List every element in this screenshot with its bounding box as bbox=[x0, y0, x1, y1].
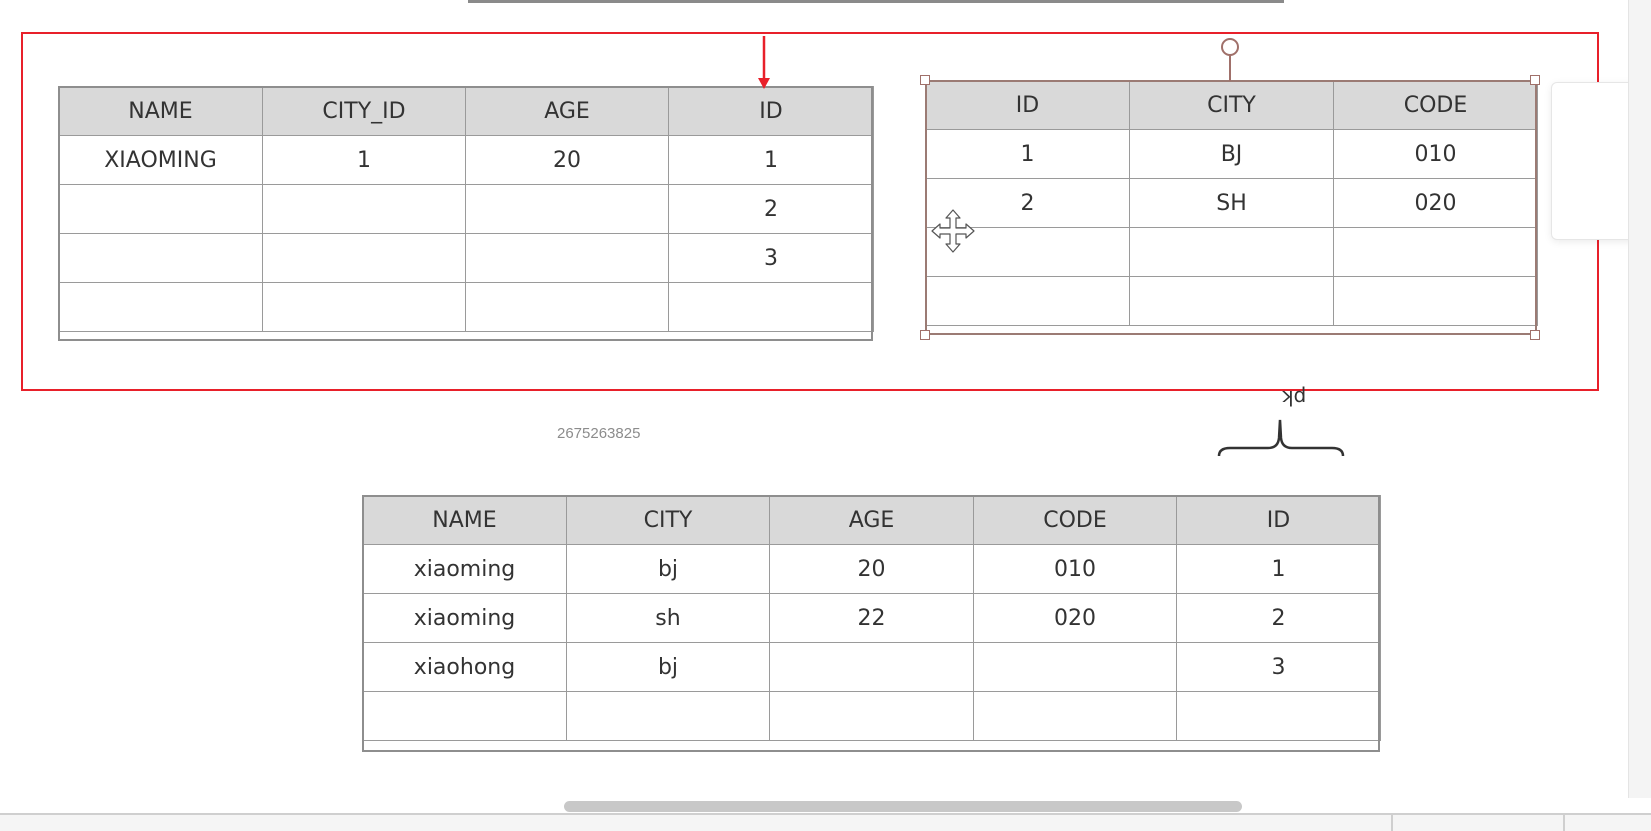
table-row: 3 bbox=[58, 233, 874, 283]
table-cell[interactable] bbox=[58, 233, 263, 283]
table-row: XIAOMING 1 20 1 bbox=[58, 135, 874, 185]
table-cell[interactable] bbox=[769, 642, 974, 692]
column-header[interactable]: AGE bbox=[465, 86, 669, 136]
table-cell[interactable]: 1 bbox=[262, 135, 466, 185]
table-cell[interactable]: 20 bbox=[769, 544, 974, 594]
table-cell[interactable] bbox=[1129, 276, 1334, 326]
table-cell[interactable]: 20 bbox=[465, 135, 669, 185]
table-cell[interactable] bbox=[973, 642, 1177, 692]
column-header[interactable]: CODE bbox=[1333, 80, 1538, 130]
table-cell[interactable]: 1 bbox=[668, 135, 874, 185]
table-cell[interactable]: xiaoming bbox=[362, 544, 567, 594]
table-row bbox=[362, 691, 1381, 741]
table-cell[interactable]: 020 bbox=[1333, 178, 1538, 228]
column-header[interactable]: CODE bbox=[973, 495, 1177, 545]
column-header[interactable]: NAME bbox=[58, 86, 263, 136]
table-cell[interactable] bbox=[1333, 276, 1538, 326]
column-header[interactable]: CITY bbox=[1129, 80, 1334, 130]
column-header[interactable]: ID bbox=[668, 86, 874, 136]
table-row: 2 SH 020 bbox=[925, 178, 1538, 228]
header-row: ID CITY CODE bbox=[925, 80, 1538, 130]
users-table[interactable]: NAME CITY_ID AGE ID XIAOMING 1 20 1 2 3 bbox=[58, 86, 874, 332]
rotate-handle-icon[interactable] bbox=[1221, 38, 1239, 56]
table-cell[interactable] bbox=[262, 282, 466, 332]
joined-table-body: NAME CITY AGE CODE ID xiaoming bj 20 010 1 xiaomin… bbox=[362, 495, 1381, 741]
bottom-bar-divider bbox=[1563, 813, 1565, 831]
resize-handle-top-right[interactable] bbox=[1530, 75, 1540, 85]
table-cell[interactable]: xiaohong bbox=[362, 642, 567, 692]
brace-icon bbox=[1217, 419, 1345, 457]
table-cell[interactable]: 2 bbox=[1176, 593, 1381, 643]
table-cell[interactable] bbox=[1176, 691, 1381, 741]
table-cell[interactable]: bj bbox=[566, 544, 770, 594]
resize-handle-top-left[interactable] bbox=[920, 75, 930, 85]
horizontal-scrollbar-thumb[interactable] bbox=[564, 801, 1242, 812]
joined-table[interactable]: NAME CITY AGE CODE ID xiaoming bj 20 010 1 xiaomin… bbox=[362, 495, 1381, 741]
table-cell[interactable] bbox=[58, 184, 263, 234]
table-row: 1 BJ 010 bbox=[925, 129, 1538, 179]
arrow-down-icon bbox=[758, 36, 770, 89]
table-row bbox=[925, 227, 1538, 277]
bottom-status-bar bbox=[0, 813, 1651, 831]
table-cell[interactable] bbox=[465, 233, 669, 283]
table-cell[interactable]: 010 bbox=[973, 544, 1177, 594]
table-cell[interactable]: 1 bbox=[1176, 544, 1381, 594]
vertical-scrollbar[interactable] bbox=[1628, 0, 1651, 798]
table-row: xiaoming sh 22 020 2 bbox=[362, 593, 1381, 643]
table-row: xiaohong bj 3 bbox=[362, 642, 1381, 692]
move-cursor-icon bbox=[931, 209, 975, 253]
pk-label: pk bbox=[1282, 386, 1307, 410]
column-header[interactable]: NAME bbox=[362, 495, 567, 545]
table-cell[interactable] bbox=[1333, 227, 1538, 277]
table-cell[interactable]: 020 bbox=[973, 593, 1177, 643]
table-cell[interactable]: 010 bbox=[1333, 129, 1538, 179]
table-cell[interactable] bbox=[362, 691, 567, 741]
resize-handle-bottom-left[interactable] bbox=[920, 330, 930, 340]
city-table[interactable]: ID CITY CODE 1 BJ 010 2 SH 020 bbox=[925, 80, 1538, 326]
table-cell[interactable] bbox=[262, 233, 466, 283]
header-row: NAME CITY AGE CODE ID bbox=[362, 495, 1381, 545]
bottom-bar-divider bbox=[1391, 813, 1393, 831]
rotate-handle-stem bbox=[1229, 55, 1231, 81]
table-cell[interactable] bbox=[925, 276, 1130, 326]
column-header[interactable]: AGE bbox=[769, 495, 974, 545]
table-cell[interactable]: XIAOMING bbox=[58, 135, 263, 185]
table-row bbox=[58, 282, 874, 332]
table-cell[interactable]: 3 bbox=[668, 233, 874, 283]
table-cell[interactable]: sh bbox=[566, 593, 770, 643]
table-cell[interactable]: xiaoming bbox=[362, 593, 567, 643]
column-header[interactable]: CITY_ID bbox=[262, 86, 466, 136]
table-cell[interactable] bbox=[769, 691, 974, 741]
table-cell[interactable]: 22 bbox=[769, 593, 974, 643]
table-cell[interactable] bbox=[566, 691, 770, 741]
table-row: 2 bbox=[58, 184, 874, 234]
id-number-label: 2675263825 bbox=[557, 425, 641, 442]
table-cell[interactable] bbox=[465, 184, 669, 234]
table-cell[interactable]: 2 bbox=[668, 184, 874, 234]
header-row: NAME CITY_ID AGE ID bbox=[58, 86, 874, 136]
table-cell[interactable] bbox=[668, 282, 874, 332]
table-cell[interactable]: 1 bbox=[925, 129, 1130, 179]
table-cell[interactable] bbox=[262, 184, 466, 234]
city-table-body: ID CITY CODE 1 BJ 010 2 SH 020 bbox=[925, 80, 1538, 326]
table-cell[interactable]: 3 bbox=[1176, 642, 1381, 692]
table-cell[interactable] bbox=[58, 282, 263, 332]
table-row bbox=[925, 276, 1538, 326]
column-header[interactable]: ID bbox=[1176, 495, 1381, 545]
top-shape-edge bbox=[468, 0, 1284, 3]
table-cell[interactable] bbox=[465, 282, 669, 332]
table-cell[interactable]: bj bbox=[566, 642, 770, 692]
users-table-body: NAME CITY_ID AGE ID XIAOMING 1 20 1 2 3 bbox=[58, 86, 874, 332]
table-row: xiaoming bj 20 010 1 bbox=[362, 544, 1381, 594]
resize-handle-bottom-right[interactable] bbox=[1530, 330, 1540, 340]
table-cell[interactable] bbox=[1129, 227, 1334, 277]
table-cell[interactable] bbox=[973, 691, 1177, 741]
column-header[interactable]: ID bbox=[925, 80, 1130, 130]
column-header[interactable]: CITY bbox=[566, 495, 770, 545]
table-cell[interactable]: BJ bbox=[1129, 129, 1334, 179]
table-cell[interactable]: SH bbox=[1129, 178, 1334, 228]
diagram-canvas[interactable]: NAME CITY_ID AGE ID XIAOMING 1 20 1 2 3 ID CITY COD… bbox=[0, 0, 1651, 831]
